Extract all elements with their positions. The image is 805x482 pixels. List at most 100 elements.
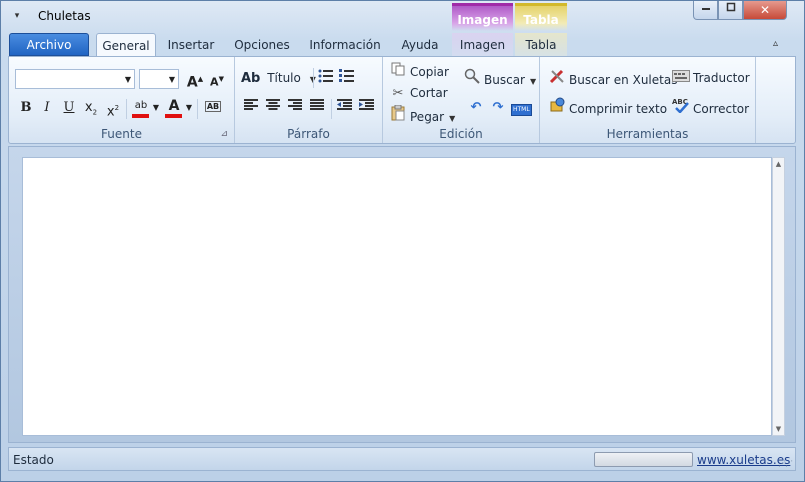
tab-ayuda[interactable]: Ayuda — [393, 33, 447, 57]
bullet-list-icon — [318, 69, 333, 83]
font-color-button[interactable]: A — [164, 97, 184, 118]
align-center-icon — [266, 99, 280, 110]
scroll-up-icon[interactable]: ▲ — [773, 160, 784, 168]
font-color-dropdown[interactable]: ▼ — [184, 99, 194, 117]
clipboard-icon — [389, 104, 407, 127]
align-left-button[interactable] — [242, 99, 260, 117]
copy-button[interactable]: Copiar — [389, 62, 449, 82]
increase-indent-button[interactable] — [357, 99, 375, 117]
grow-font-button[interactable]: A▲ — [186, 70, 204, 91]
separator — [331, 99, 332, 119]
italic-button[interactable]: I — [38, 99, 56, 117]
decrease-indent-button[interactable] — [335, 99, 353, 117]
underline-button[interactable]: U — [60, 99, 78, 117]
grow-font-icon: A — [186, 74, 198, 91]
find-button[interactable]: Buscar ▼ — [463, 68, 536, 88]
shrink-font-icon: A — [210, 75, 219, 89]
group-label-fuente: Fuente — [101, 127, 142, 141]
group-label-edicion: Edición — [439, 127, 483, 141]
font-name-combo[interactable]: ▼ — [15, 69, 135, 89]
subscript-icon: x — [84, 100, 93, 115]
highlight-color-bar — [132, 114, 149, 118]
html-view-button[interactable]: HTML — [511, 99, 532, 117]
tab-tabla[interactable]: Tabla — [515, 33, 567, 57]
numbered-list-icon — [339, 69, 354, 82]
translator-icon — [672, 68, 690, 88]
redo-button[interactable]: ↷ — [489, 99, 507, 117]
quick-access-menu-icon[interactable]: ▾ — [11, 9, 23, 23]
tab-opciones[interactable]: Opciones — [227, 33, 297, 57]
group-label-herramientas: Herramientas — [606, 127, 689, 141]
paste-button[interactable]: Pegar ▼ — [389, 104, 456, 127]
translator-label: Traductor — [693, 71, 750, 85]
scissors-icon: ✂ — [392, 86, 404, 101]
highlight-dropdown[interactable]: ▼ — [151, 99, 161, 117]
copy-icon — [389, 62, 407, 82]
spellcheck-label: Corrector — [693, 102, 750, 116]
window-title: Chuletas — [38, 9, 91, 23]
style-button[interactable]: Ab Título ▼ — [241, 68, 316, 88]
undo-button[interactable]: ↶ — [467, 99, 485, 117]
group-label-parrafo: Párrafo — [287, 127, 330, 141]
file-menu-button[interactable]: Archivo — [9, 33, 89, 56]
scroll-down-icon[interactable]: ▼ — [773, 425, 784, 433]
subscript-button[interactable]: x2 — [82, 99, 100, 117]
redo-icon: ↷ — [492, 100, 504, 115]
separator — [313, 68, 314, 88]
close-button[interactable]: ✕ — [743, 1, 787, 20]
superscript-button[interactable]: x2 — [104, 99, 122, 120]
title-bar: ▾ Chuletas Imagen Tabla ✕ — [1, 1, 804, 31]
close-icon: ✕ — [759, 3, 771, 17]
font-color-icon: A — [168, 98, 180, 114]
font-dialog-launcher-icon[interactable]: ⊿ — [220, 129, 228, 139]
spellcheck-button[interactable]: ABC Corrector — [672, 97, 749, 117]
font-size-combo[interactable]: ▼ — [139, 69, 179, 89]
bullet-list-button[interactable] — [317, 69, 335, 87]
style-icon: Ab — [241, 71, 261, 86]
text-editor[interactable] — [22, 157, 772, 436]
shrink-font-button[interactable]: A▼ — [208, 70, 226, 89]
cut-button[interactable]: ✂ Cortar — [389, 83, 448, 103]
numbered-list-button[interactable] — [338, 69, 356, 87]
tab-insertar[interactable]: Insertar — [161, 33, 221, 57]
resize-grip-icon[interactable]: ⋰⋰ — [778, 459, 793, 468]
vertical-scrollbar[interactable]: ▲ ▼ — [772, 157, 785, 436]
undo-icon: ↶ — [470, 100, 482, 115]
tab-imagen[interactable]: Imagen — [452, 33, 513, 57]
separator — [197, 99, 198, 119]
copy-label: Copiar — [410, 65, 449, 79]
xuletas-link[interactable]: www.xuletas.es — [697, 453, 790, 467]
search-xuletas-button[interactable]: Buscar en Xuletas — [548, 68, 677, 88]
bold-button[interactable]: B — [17, 99, 35, 117]
status-text: Estado — [13, 453, 54, 467]
group-herramientas: Buscar en Xuletas Comprimir texto Traduc… — [540, 57, 756, 143]
group-edicion: Copiar ✂ Cortar Pegar ▼ Buscar ▼ ↶ ↷ HTML E… — [383, 57, 540, 143]
tab-informacion[interactable]: Información — [303, 33, 387, 57]
editor-frame: ▲ ▼ — [8, 146, 796, 443]
minimize-button[interactable] — [693, 1, 718, 20]
paste-label: Pegar — [410, 110, 445, 124]
align-right-button[interactable] — [286, 99, 304, 117]
maximize-button[interactable] — [718, 1, 743, 20]
compress-icon — [548, 97, 566, 119]
align-center-button[interactable] — [264, 99, 282, 117]
group-fuente: ▼ ▼ A▲ A▼ B I U x2 x2 ab ▼ A ▼ AB Fuente… — [9, 57, 235, 143]
increase-indent-icon — [358, 99, 374, 110]
xuletas-search-icon — [548, 68, 566, 90]
superscript-icon: x — [106, 104, 115, 120]
highlight-icon: ab — [134, 100, 148, 111]
cut-label: Cortar — [410, 86, 448, 100]
collapse-ribbon-icon[interactable]: ▵ — [773, 38, 778, 49]
chevron-down-icon: ▼ — [449, 114, 456, 123]
window-controls: ✕ — [693, 1, 787, 21]
highlight-button[interactable]: ab — [130, 97, 152, 118]
compress-text-button[interactable]: Comprimir texto — [548, 97, 667, 117]
translator-button[interactable]: Traductor — [672, 68, 750, 88]
compress-label: Comprimir texto — [569, 102, 668, 116]
align-left-icon — [244, 99, 258, 110]
justify-button[interactable] — [308, 99, 326, 117]
tab-general[interactable]: General — [96, 33, 156, 57]
clear-format-icon: AB — [204, 101, 222, 112]
html-icon: HTML — [511, 104, 532, 116]
clear-format-button[interactable]: AB — [202, 98, 224, 116]
